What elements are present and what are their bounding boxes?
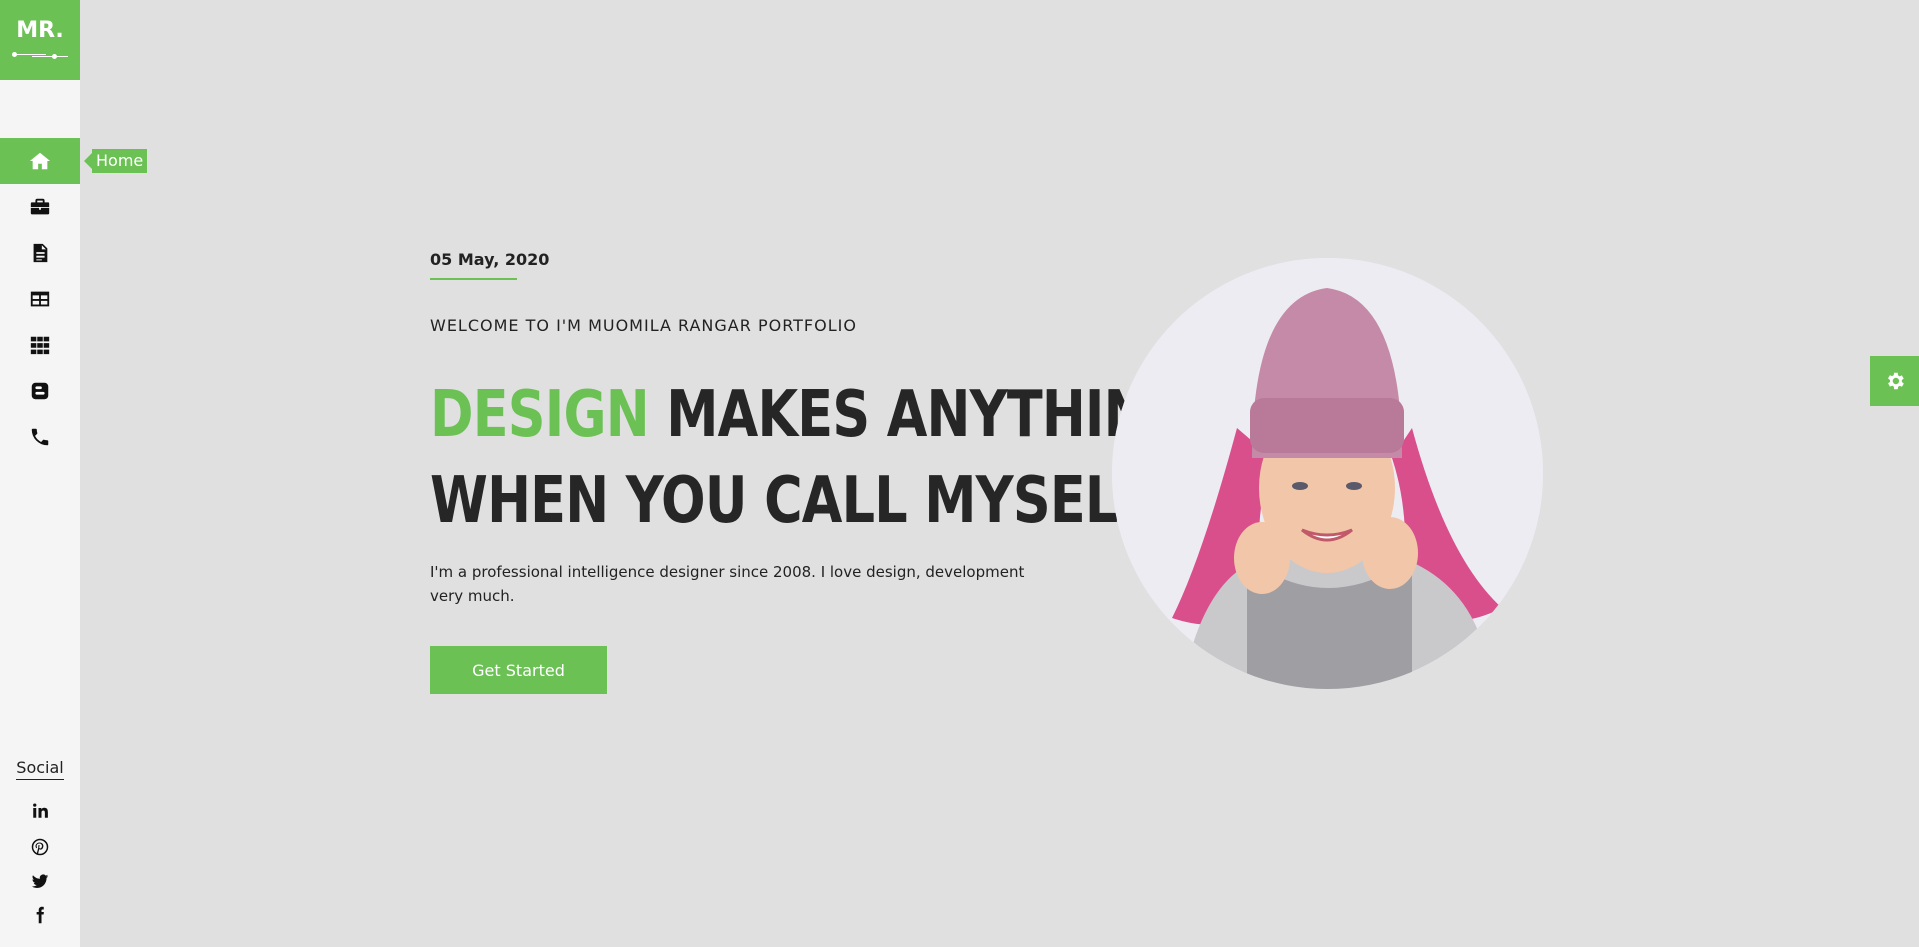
phone-icon: [31, 428, 49, 446]
hero-headline: DESIGN MAKES ANYTHING WHEN YOU CALL MYSE…: [430, 372, 1190, 544]
social-facebook[interactable]: [0, 902, 80, 928]
grid-icon: [30, 336, 50, 355]
get-started-button[interactable]: Get Started: [430, 646, 607, 694]
logo-ornament: [16, 54, 46, 55]
sidebar-item-grid[interactable]: [0, 322, 80, 368]
logo[interactable]: MR.: [0, 0, 80, 80]
table-icon: [30, 291, 50, 307]
pinterest-icon: [31, 838, 49, 856]
social-twitter[interactable]: [0, 868, 80, 894]
social-linkedin[interactable]: [0, 798, 80, 824]
briefcase-icon: [30, 198, 50, 215]
nav-tooltip: Home: [83, 149, 148, 173]
welcome-text: WELCOME TO I'M MUOMILA RANGAR PORTFOLIO: [430, 316, 857, 335]
portrait-illustration: [1112, 258, 1543, 689]
logo-ornament: [52, 54, 57, 59]
sidebar-item-contact[interactable]: [0, 414, 80, 460]
logo-ornament: [32, 56, 68, 57]
gear-icon: [1887, 372, 1904, 390]
document-icon: [33, 243, 48, 263]
settings-button[interactable]: [1870, 356, 1919, 406]
headline-rest: MAKES ANYTHING: [648, 378, 1190, 452]
sidebar-item-table[interactable]: [0, 276, 80, 322]
social-heading: Social: [0, 758, 80, 780]
blogger-icon: [31, 382, 49, 400]
headline-line-1: DESIGN MAKES ANYTHING: [430, 372, 1190, 458]
linkedin-icon: [33, 803, 48, 818]
post-date: 05 May, 2020: [430, 250, 550, 269]
sidebar-item-home[interactable]: [0, 138, 80, 184]
facebook-icon: [36, 906, 44, 924]
headline-line-2: WHEN YOU CALL MYSELF: [430, 464, 1153, 538]
date-underline: [430, 278, 517, 280]
hero-description: I'm a professional intelligence designer…: [430, 563, 1025, 605]
home-icon: [29, 152, 51, 170]
social-pinterest[interactable]: [0, 834, 80, 860]
sidebar-item-portfolio[interactable]: [0, 184, 80, 230]
sidebar: MR. Social: [0, 0, 80, 947]
portrait-image: [1112, 258, 1543, 689]
sidebar-item-resume[interactable]: [0, 230, 80, 276]
headline-highlight: DESIGN: [430, 378, 650, 452]
sidebar-item-blog[interactable]: [0, 368, 80, 414]
twitter-icon: [31, 874, 49, 888]
logo-text: MR.: [16, 18, 64, 43]
